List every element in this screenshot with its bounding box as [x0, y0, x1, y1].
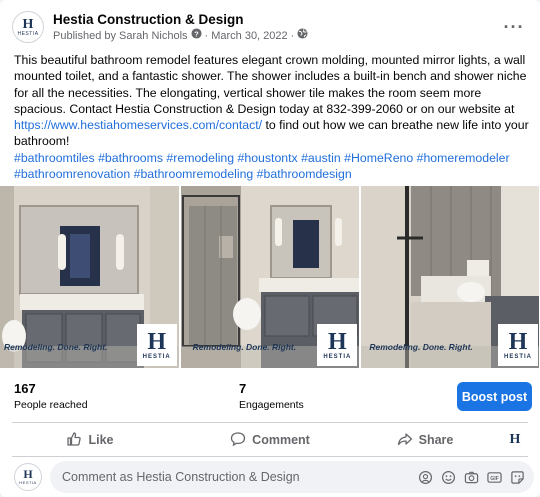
composer-avatar-mark: H	[23, 466, 33, 481]
hestia-watermark: H HESTIA	[136, 324, 177, 366]
share-label: Share	[418, 433, 454, 447]
share-button[interactable]: Share	[360, 431, 490, 450]
people-reached-value: 167	[14, 381, 36, 396]
engagements-stat[interactable]: 7 Engagements	[239, 380, 304, 412]
gif-icon[interactable]: GIF	[486, 469, 503, 486]
comment-label: Comment	[252, 433, 310, 447]
composer-icons: GIF	[417, 469, 526, 486]
post-date[interactable]: March 30, 2022	[211, 29, 287, 43]
avatar-logo-mark: H	[22, 16, 34, 32]
comment-input[interactable]: Comment as Hestia Construction & Design …	[50, 461, 534, 493]
watermark-mark: H	[147, 329, 166, 355]
camera-icon[interactable]	[463, 469, 480, 486]
hestia-watermark: H HESTIA	[317, 324, 358, 366]
watermark-brand: HESTIA	[323, 354, 352, 360]
post-as-selector[interactable]: H	[490, 432, 540, 448]
emoji-icon[interactable]	[440, 469, 457, 486]
post-text-1: This beautiful bathroom remodel features…	[14, 53, 527, 116]
help-icon[interactable]: ?	[190, 28, 202, 43]
divider-top	[12, 422, 528, 423]
share-arrow-icon	[397, 431, 413, 450]
hashtags-line-1[interactable]: #bathroomtiles #bathrooms #remodeling #h…	[14, 151, 510, 165]
watermark-mark: H	[508, 329, 528, 355]
avatar-logo-word: HESTIA	[17, 30, 39, 37]
photo-vanity[interactable]: Remodeling. Done. Right. H HESTIA	[0, 186, 179, 368]
watermark-mark: H	[328, 329, 347, 355]
globe-icon[interactable]	[297, 28, 308, 43]
post-insights: 167 People reached 7 Engagements Boost p…	[0, 374, 540, 420]
page-avatar[interactable]: H HESTIA	[12, 11, 44, 43]
published-by: Published by Sarah Nichols	[53, 29, 188, 42]
photo-shower-vanity[interactable]: Remodeling. Done. Right. H HESTIA	[180, 186, 360, 368]
like-label: Like	[88, 433, 114, 447]
photo-caption: Remodeling. Done. Right.	[4, 342, 108, 352]
meta-separator: ·	[204, 29, 209, 42]
engagements-label: Engagements	[239, 399, 304, 411]
composer-avatar[interactable]: H HESTIA	[14, 463, 42, 491]
post-body: This beautiful bathroom remodel features…	[14, 52, 530, 182]
watermark-brand: HESTIA	[504, 354, 533, 360]
avatar-sticker-icon[interactable]	[417, 469, 434, 486]
engagements-value: 7	[239, 381, 247, 396]
boost-post-button[interactable]: Boost post	[457, 382, 532, 411]
contact-link[interactable]: https://www.hestiahomeservices.com/conta…	[14, 118, 262, 132]
hashtags-line-2[interactable]: #bathroomrenovation #bathroomremodeling …	[14, 167, 352, 181]
meta-separator-2: ·	[290, 29, 295, 42]
people-reached-label: People reached	[14, 399, 88, 411]
more-options-icon[interactable]: ···	[500, 13, 528, 41]
people-reached-stat[interactable]: 167 People reached	[14, 380, 88, 412]
composer-avatar-word: HESTIA	[19, 479, 37, 485]
watermark-brand: HESTIA	[142, 354, 171, 360]
action-bar: Like Comment Share H	[0, 426, 540, 454]
photo-grid: Remodeling. Done. Right. H HESTIA Remode…	[0, 186, 540, 368]
comment-bubble-icon	[230, 431, 246, 450]
page-name[interactable]: Hestia Construction & Design	[53, 11, 500, 28]
post-meta: Published by Sarah Nichols ? · March 30,…	[53, 28, 500, 43]
like-button[interactable]: Like	[0, 431, 180, 450]
photo-caption: Remodeling. Done. Right.	[369, 342, 473, 352]
hestia-watermark: H HESTIA	[498, 324, 539, 366]
svg-text:?: ?	[194, 29, 199, 38]
comment-placeholder: Comment as Hestia Construction & Design	[62, 470, 300, 484]
post-card: H HESTIA Hestia Construction & Design Pu…	[0, 0, 540, 497]
post-as-logo-mark: H	[509, 432, 521, 447]
photo-caption: Remodeling. Done. Right.	[192, 342, 297, 352]
sticker-icon[interactable]	[509, 469, 526, 486]
thumbs-up-icon	[66, 431, 82, 450]
svg-text:GIF: GIF	[490, 475, 499, 481]
post-header-text: Hestia Construction & Design Published b…	[53, 11, 500, 43]
comment-composer: H HESTIA Comment as Hestia Construction …	[14, 461, 534, 493]
photo-shower[interactable]: Remodeling. Done. Right. H HESTIA	[361, 186, 540, 368]
comment-button[interactable]: Comment	[180, 431, 360, 450]
post-header: H HESTIA Hestia Construction & Design Pu…	[12, 9, 528, 45]
divider-bottom	[12, 456, 528, 457]
